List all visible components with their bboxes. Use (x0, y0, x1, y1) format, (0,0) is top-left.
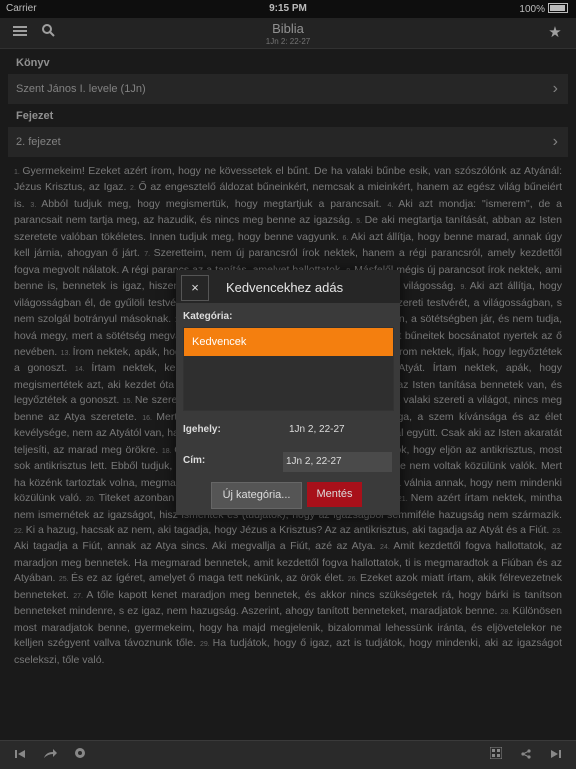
add-favorite-dialog: × Kedvencekhez adás Kategória: Kedvencek… (176, 270, 400, 515)
skip-back-icon[interactable] (12, 747, 28, 763)
grid-icon[interactable] (488, 746, 504, 763)
dialog-title: Kedvencekhez adás (226, 280, 344, 295)
new-category-button[interactable]: Új kategória... (211, 482, 302, 509)
book-icon[interactable] (72, 747, 88, 763)
save-button[interactable]: Mentés (307, 482, 362, 507)
share-arrow-icon[interactable] (42, 747, 58, 763)
category-item-kedvencek[interactable]: Kedvencek (184, 328, 393, 356)
skip-forward-icon[interactable] (548, 747, 564, 763)
share-icon[interactable] (518, 747, 534, 763)
category-label: Kategória: (183, 311, 233, 322)
close-button[interactable]: × (181, 275, 209, 301)
place-label: Igehely: (183, 424, 221, 435)
category-list[interactable]: Kedvencek (183, 327, 394, 411)
dialog-header: × Kedvencekhez adás (176, 270, 400, 303)
bottom-toolbar (0, 740, 576, 769)
place-value: 1Jn 2, 22-27 (289, 424, 345, 435)
title-input[interactable]: 1Jn 2, 22-27 (283, 452, 392, 472)
title-label: Cím: (183, 455, 206, 466)
